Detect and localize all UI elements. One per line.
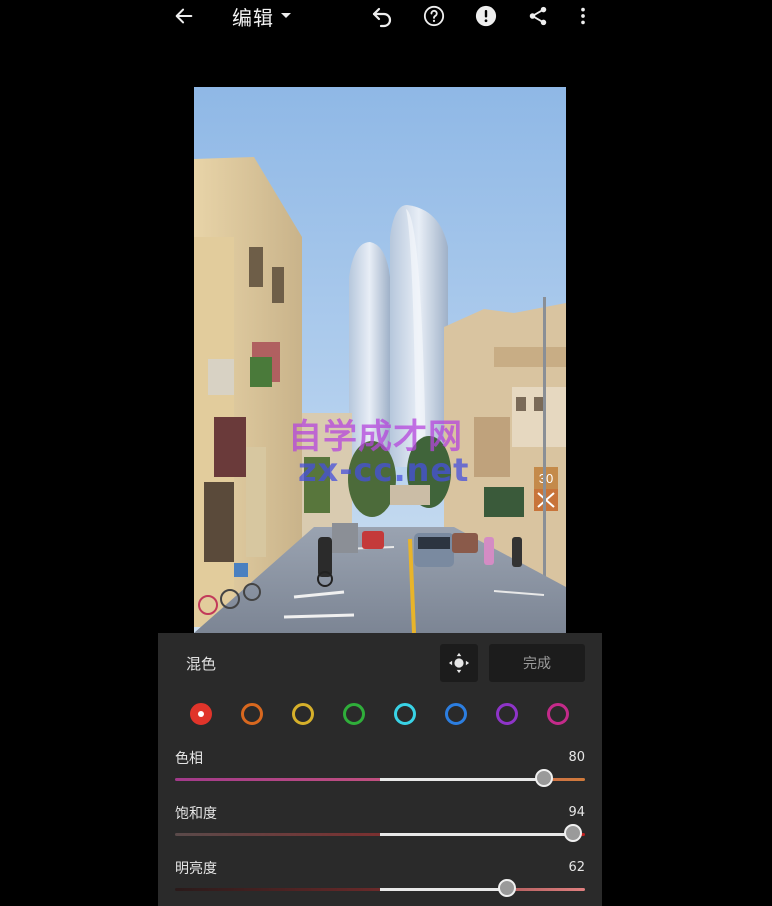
chevron-down-icon [281,13,291,18]
done-button[interactable]: 完成 [489,644,585,682]
saturation-slider[interactable]: 饱和度 94 [175,803,585,853]
share-button[interactable] [524,2,552,30]
mode-title: 编辑 [232,5,274,30]
saturation-label: 饱和度 [175,806,217,822]
luminance-slider[interactable]: 明亮度 62 [175,858,585,906]
hue-label: 色相 [175,751,203,767]
swatch-yellow[interactable] [292,703,314,725]
saturation-fill [380,833,573,836]
more-options-button[interactable] [569,2,597,30]
hue-value: 80 [568,750,585,765]
luminance-label: 明亮度 [175,861,217,877]
luminance-value: 62 [568,860,585,875]
back-button[interactable] [170,2,198,30]
app-screen: 编辑 自学成才网 zx-cc.net 混色 完成 色相 80 饱和度 94 明亮… [0,0,772,906]
swatch-green[interactable] [343,703,365,725]
alert-icon [475,5,497,27]
back-arrow-icon [175,8,193,24]
undo-icon [372,7,392,28]
help-button[interactable] [420,2,448,30]
share-icon [529,6,547,26]
swatch-orange[interactable] [241,703,263,725]
panel-title: 混色 [186,655,217,673]
swatch-aqua[interactable] [394,703,416,725]
saturation-value: 94 [568,805,585,820]
help-icon [423,5,445,27]
photo-preview[interactable]: 30 [194,87,566,633]
color-mix-panel: 混色 完成 色相 80 饱和度 94 明亮度 62 [158,633,602,906]
swatch-blue[interactable] [445,703,467,725]
hue-fill [380,778,544,781]
swatch-purple[interactable] [496,703,518,725]
hue-knob[interactable] [535,769,553,787]
undo-button[interactable] [368,2,396,30]
target-adjust-icon [448,652,470,674]
watermark-url: zx-cc.net [298,451,470,489]
alert-button[interactable] [472,2,500,30]
street-photo-image: 30 [194,87,566,633]
targeted-adjust-button[interactable] [440,644,478,682]
swatch-magenta[interactable] [547,703,569,725]
luminance-knob[interactable] [498,879,517,897]
mode-dropdown[interactable]: 编辑 [232,2,292,30]
hue-slider[interactable]: 色相 80 [175,748,585,798]
luminance-fill [380,888,508,891]
more-vert-icon [581,7,585,25]
top-toolbar: 编辑 [0,0,772,32]
swatch-red[interactable] [190,703,212,725]
saturation-knob[interactable] [563,824,582,842]
